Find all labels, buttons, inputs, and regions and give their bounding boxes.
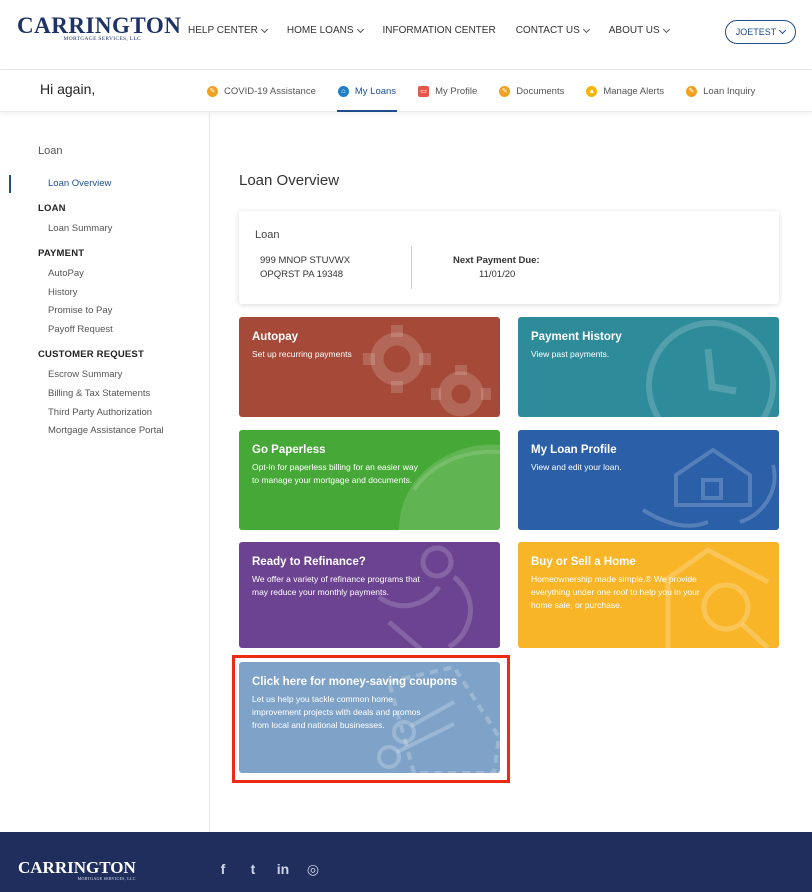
chevron-down-icon xyxy=(582,25,590,33)
nav-label: HELP CENTER xyxy=(188,25,258,36)
nav-label: INFORMATION CENTER xyxy=(382,25,496,36)
main-nav: HELP CENTER HOME LOANS INFORMATION CENTE… xyxy=(188,25,689,36)
tile-title: Ready to Refinance? xyxy=(252,556,366,568)
sidebar-item-autopay[interactable]: AutoPay xyxy=(48,268,84,279)
social-links: f t in ◎ xyxy=(216,861,336,878)
next-payment-date: 11/01/20 xyxy=(479,269,516,280)
footer-logo-text: CARRINGTON xyxy=(18,858,136,877)
tab-label: My Profile xyxy=(435,85,478,97)
sidebar-item-mortgage-assistance[interactable]: Mortgage Assistance Portal xyxy=(48,425,164,436)
sidebar: Loan Loan Overview LOAN Loan Summary PAY… xyxy=(0,113,210,832)
sidebar-item-history[interactable]: History xyxy=(48,287,78,298)
property-address-line2: OPQRST PA 19348 xyxy=(260,269,344,280)
twitter-icon[interactable]: t xyxy=(246,861,260,877)
tile-title: Autopay xyxy=(252,331,298,343)
sidebar-item-billing-tax[interactable]: Billing & Tax Statements xyxy=(48,388,150,399)
footer-logo[interactable]: CARRINGTON MORTGAGE SERVICES, LLC xyxy=(18,859,136,881)
tab-documents[interactable]: ✎ Documents xyxy=(499,70,564,112)
chevron-down-icon xyxy=(779,26,787,35)
nav-about-us[interactable]: ABOUT US xyxy=(608,25,670,36)
tile-description: View past payments. xyxy=(531,349,610,359)
tile-title: Buy or Sell a Home xyxy=(531,556,636,568)
tab-covid-assistance[interactable]: ✎ COVID-19 Assistance xyxy=(207,70,316,112)
ready-to-refinance-tile[interactable]: Ready to Refinance? We offer a variety o… xyxy=(239,542,500,648)
chevron-down-icon xyxy=(260,25,268,33)
user-name: JOETEST xyxy=(735,27,777,37)
greeting: Hi again, xyxy=(40,81,96,97)
tile-description: Opt-in for paperless billing for an easi… xyxy=(252,462,418,485)
bell-icon: ▲ xyxy=(586,85,598,97)
inquiry-icon: ✎ xyxy=(686,85,698,97)
sidebar-group-customer-request: CUSTOMER REQUEST xyxy=(38,349,144,360)
tab-loan-inquiry[interactable]: ✎ Loan Inquiry xyxy=(686,70,755,112)
property-address-line1: 999 MNOP STUVWX xyxy=(260,255,351,266)
tab-label: Loan Inquiry xyxy=(703,85,756,97)
nav-label: ABOUT US xyxy=(608,25,660,36)
highlight-box xyxy=(232,655,510,783)
tab-label: Manage Alerts xyxy=(603,85,665,97)
nav-help-center[interactable]: HELP CENTER xyxy=(188,25,268,36)
sidebar-item-promise-to-pay[interactable]: Promise to Pay xyxy=(48,305,112,316)
document-icon: ✎ xyxy=(499,85,511,97)
tile-description: We offer a variety of refinance programs… xyxy=(252,574,420,597)
logo-text: CARRINGTON xyxy=(17,13,182,38)
nav-label: CONTACT US xyxy=(515,25,580,36)
next-payment-label: Next Payment Due: xyxy=(453,255,540,266)
tile-description: View and edit your loan. xyxy=(531,462,622,472)
loan-card: Loan 999 MNOP STUVWX OPQRST PA 19348 Nex… xyxy=(239,211,779,304)
nav-contact-us[interactable]: CONTACT US xyxy=(515,25,590,36)
top-header: CARRINGTON MORTGAGE SERVICES, LLC HELP C… xyxy=(0,0,812,70)
sidebar-group-payment: PAYMENT xyxy=(38,248,85,259)
tile-title: My Loan Profile xyxy=(531,444,617,456)
divider xyxy=(411,246,412,289)
tab-label: My Loans xyxy=(354,85,397,97)
sidebar-title: Loan xyxy=(38,145,63,157)
sub-header: Hi again, ✎ COVID-19 Assistance ⌂ My Loa… xyxy=(0,70,812,112)
tab-label: COVID-19 Assistance xyxy=(224,85,316,97)
profile-icon: ▭ xyxy=(418,85,430,97)
sidebar-item-payoff-request[interactable]: Payoff Request xyxy=(48,324,113,335)
sidebar-item-third-party-auth[interactable]: Third Party Authorization xyxy=(48,407,152,418)
sidebar-item-escrow-summary[interactable]: Escrow Summary xyxy=(48,369,122,380)
go-paperless-tile[interactable]: Go Paperless Opt-in for paperless billin… xyxy=(239,430,500,530)
payment-history-tile[interactable]: Payment History View past payments. xyxy=(518,317,779,417)
sidebar-group-loan: LOAN xyxy=(38,203,66,214)
nav-home-loans[interactable]: HOME LOANS xyxy=(286,25,364,36)
tile-description: Homeownership made simple.® We provide e… xyxy=(531,574,700,610)
account-tabs: ✎ COVID-19 Assistance ⌂ My Loans ▭ My Pr… xyxy=(207,70,777,112)
page-title: Loan Overview xyxy=(239,172,340,189)
tile-description: Set up recurring payments xyxy=(252,349,352,359)
nav-label: HOME LOANS xyxy=(286,25,354,36)
facebook-icon[interactable]: f xyxy=(216,861,230,877)
house-icon: ⌂ xyxy=(337,85,349,97)
sidebar-item-loan-summary[interactable]: Loan Summary xyxy=(48,223,112,234)
info-icon: ✎ xyxy=(207,85,218,97)
footer: CARRINGTON MORTGAGE SERVICES, LLC f t in… xyxy=(0,832,812,892)
carrington-logo[interactable]: CARRINGTON MORTGAGE SERVICES, LLC xyxy=(17,13,182,48)
buy-or-sell-home-tile[interactable]: Buy or Sell a Home Homeownership made si… xyxy=(518,542,779,648)
sidebar-item-loan-overview[interactable]: Loan Overview xyxy=(9,175,111,193)
chevron-down-icon xyxy=(356,25,364,33)
instagram-icon[interactable]: ◎ xyxy=(306,861,320,877)
chevron-down-icon xyxy=(662,25,670,33)
tile-title: Payment History xyxy=(531,331,622,343)
tab-manage-alerts[interactable]: ▲ Manage Alerts xyxy=(586,70,664,112)
loan-label: Loan xyxy=(255,229,280,241)
tab-label: Documents xyxy=(516,85,565,97)
nav-information-center[interactable]: INFORMATION CENTER xyxy=(383,25,496,36)
tile-title: Go Paperless xyxy=(252,444,326,456)
linkedin-icon[interactable]: in xyxy=(276,861,290,877)
my-loan-profile-tile[interactable]: My Loan Profile View and edit your loan. xyxy=(518,430,779,530)
tab-my-loans[interactable]: ⌂ My Loans xyxy=(336,70,398,112)
tab-my-profile[interactable]: ▭ My Profile xyxy=(418,70,477,112)
autopay-tile[interactable]: Autopay Set up recurring payments xyxy=(239,317,500,417)
user-menu-button[interactable]: JOETEST xyxy=(725,20,796,44)
